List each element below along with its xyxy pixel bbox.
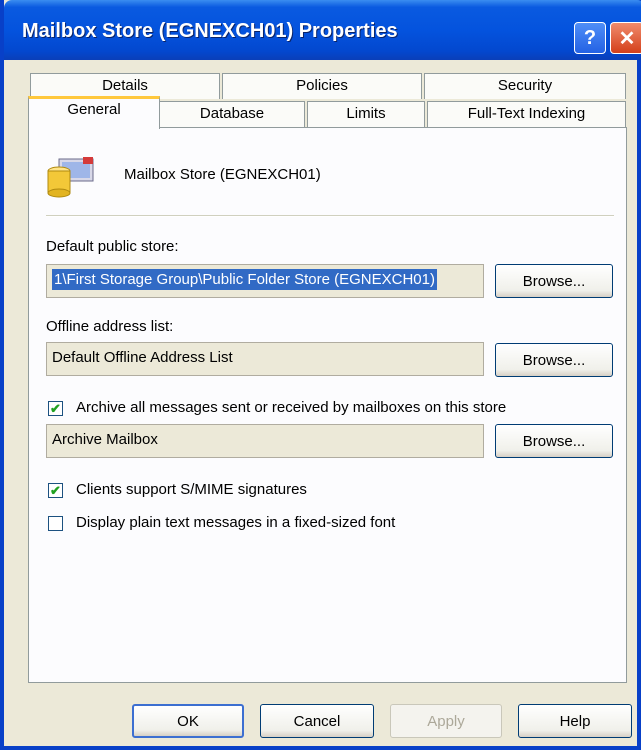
plain-text-checkbox-label[interactable]: Display plain text messages in a fixed-s…	[76, 514, 395, 531]
help-button[interactable]: Help	[518, 704, 632, 738]
offline-address-list-value: Default Offline Address List	[52, 349, 233, 366]
window-title: Mailbox Store (EGNEXCH01) Properties	[22, 20, 398, 42]
help-icon[interactable]: ?	[574, 22, 606, 54]
default-public-store-value: 1\First Storage Group\Public Folder Stor…	[52, 269, 437, 290]
tab-limits[interactable]: Limits	[307, 101, 425, 128]
smime-check-glyph: ✔	[50, 483, 61, 498]
separator	[46, 215, 614, 217]
tab-database[interactable]: Database	[159, 101, 305, 128]
archive-mailbox-field[interactable]: Archive Mailbox	[46, 424, 484, 458]
title-bar[interactable]: Mailbox Store (EGNEXCH01) Properties ? ✕	[4, 0, 641, 60]
archive-checkbox[interactable]: ✔	[48, 401, 63, 416]
offline-address-list-label: Offline address list:	[46, 318, 174, 335]
smime-checkbox[interactable]: ✔	[48, 483, 63, 498]
tab-policies[interactable]: Policies	[222, 73, 422, 99]
browse-public-store-button[interactable]: Browse...	[495, 264, 613, 298]
apply-button[interactable]: Apply	[390, 704, 502, 738]
tab-general[interactable]: General	[28, 96, 160, 129]
archive-check-glyph: ✔	[50, 401, 61, 416]
close-icon[interactable]: ✕	[610, 22, 641, 54]
browse-archive-button[interactable]: Browse...	[495, 424, 613, 458]
plain-text-checkbox[interactable]	[48, 516, 63, 531]
default-public-store-field[interactable]: 1\First Storage Group\Public Folder Stor…	[46, 264, 484, 298]
tab-full-text-indexing[interactable]: Full-Text Indexing	[427, 101, 626, 128]
default-public-store-label: Default public store:	[46, 238, 179, 255]
offline-address-list-field[interactable]: Default Offline Address List	[46, 342, 484, 376]
browse-offline-address-button[interactable]: Browse...	[495, 343, 613, 377]
ok-button[interactable]: OK	[132, 704, 244, 738]
tab-security[interactable]: Security	[424, 73, 626, 99]
archive-checkbox-label[interactable]: Archive all messages sent or received by…	[76, 399, 506, 416]
smime-checkbox-label[interactable]: Clients support S/MIME signatures	[76, 481, 307, 498]
cancel-button[interactable]: Cancel	[260, 704, 374, 738]
archive-mailbox-value: Archive Mailbox	[52, 431, 158, 448]
store-name: Mailbox Store (EGNEXCH01)	[124, 166, 321, 183]
mailbox-store-icon	[47, 157, 94, 198]
